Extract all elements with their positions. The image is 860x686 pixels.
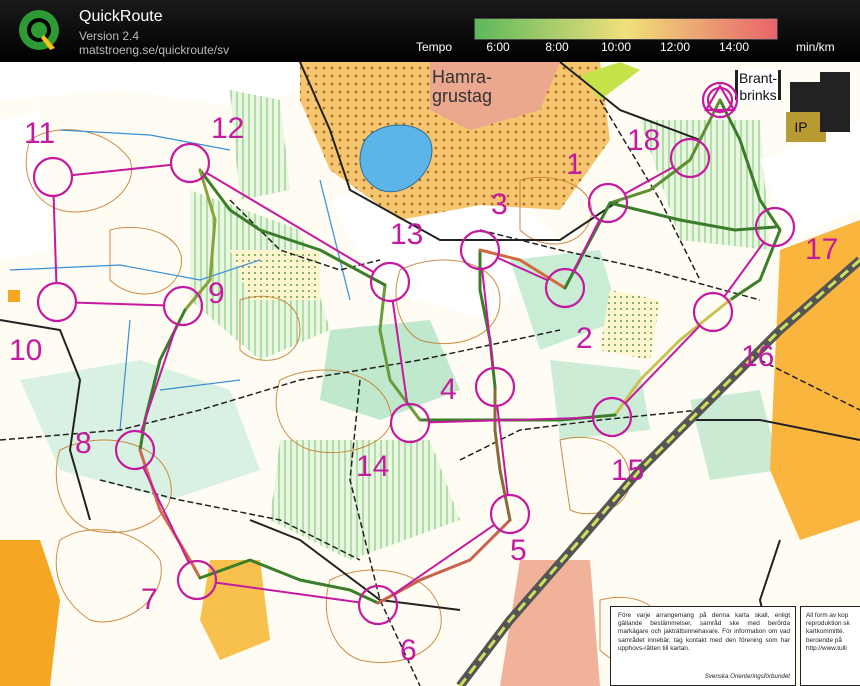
- control-number: 9: [208, 277, 225, 310]
- place-label-ip: IP: [794, 119, 808, 135]
- map-notice: Före varje arrangemang på denna karta sk…: [610, 606, 796, 686]
- control-number: 18: [627, 124, 661, 157]
- app-header: QuickRoute Version 2.4 matstroeng.se/qui…: [0, 0, 860, 62]
- control-number: 8: [75, 427, 92, 460]
- place-label-brantbrinks-text: Brant- brinks: [738, 70, 778, 103]
- notice2-line: kartkommitté.: [806, 628, 845, 636]
- notice2-line: http://www.tulli: [806, 644, 847, 652]
- notice2-line: reproduktion sk: [806, 620, 850, 628]
- tempo-tick: 14:00: [718, 40, 750, 54]
- tempo-label: Tempo: [416, 40, 453, 54]
- orienteering-map[interactable]: Hamra- grustag Brant- brinks IP 12345678…: [0, 62, 860, 686]
- quickroute-logo-icon: [19, 10, 59, 50]
- control-number: 5: [510, 534, 527, 567]
- place-label-hamra: Hamra- grustag: [432, 68, 492, 106]
- control-number: 17: [805, 233, 839, 266]
- map-canvas: [0, 62, 860, 686]
- tempo-tick: 6:00: [486, 40, 510, 54]
- control-number: 12: [211, 112, 245, 145]
- control-number: 7: [141, 583, 158, 616]
- control-number: 2: [576, 322, 593, 355]
- control-number: 15: [611, 454, 645, 487]
- control-number: 11: [24, 117, 56, 150]
- tempo-color-legend: [474, 18, 778, 40]
- control-number: 10: [9, 334, 43, 367]
- control-number: 14: [356, 450, 390, 483]
- map-notice-text: Före varje arrangemang på denna karta sk…: [618, 612, 790, 652]
- control-number: 16: [741, 340, 775, 373]
- tempo-tick: 8:00: [545, 40, 569, 54]
- app-title: QuickRoute: [79, 8, 163, 25]
- control-number: 6: [400, 634, 417, 667]
- place-label-brantbrinks: Brant- brinks: [738, 70, 778, 104]
- control-number: 13: [390, 218, 424, 251]
- control-number: 4: [440, 373, 457, 406]
- control-number: 1: [566, 148, 583, 181]
- notice2-line: beroende på: [806, 636, 842, 644]
- control-number: 3: [491, 188, 508, 221]
- map-notice-secondary: All form av kop reproduktion sk kartkomm…: [800, 606, 860, 686]
- notice2-line: All form av kop: [806, 612, 849, 619]
- tempo-tick: 10:00: [600, 40, 632, 54]
- tempo-unit: min/km: [796, 40, 835, 54]
- app-url: matstroeng.se/quickroute/sv: [79, 43, 230, 57]
- app-version: Version 2.4: [79, 29, 140, 43]
- place-label-hamra-text: Hamra- grustag: [432, 67, 493, 106]
- map-notice-signature: Svenska Orienteringsförbundet: [704, 672, 790, 680]
- tempo-tick: 12:00: [659, 40, 691, 54]
